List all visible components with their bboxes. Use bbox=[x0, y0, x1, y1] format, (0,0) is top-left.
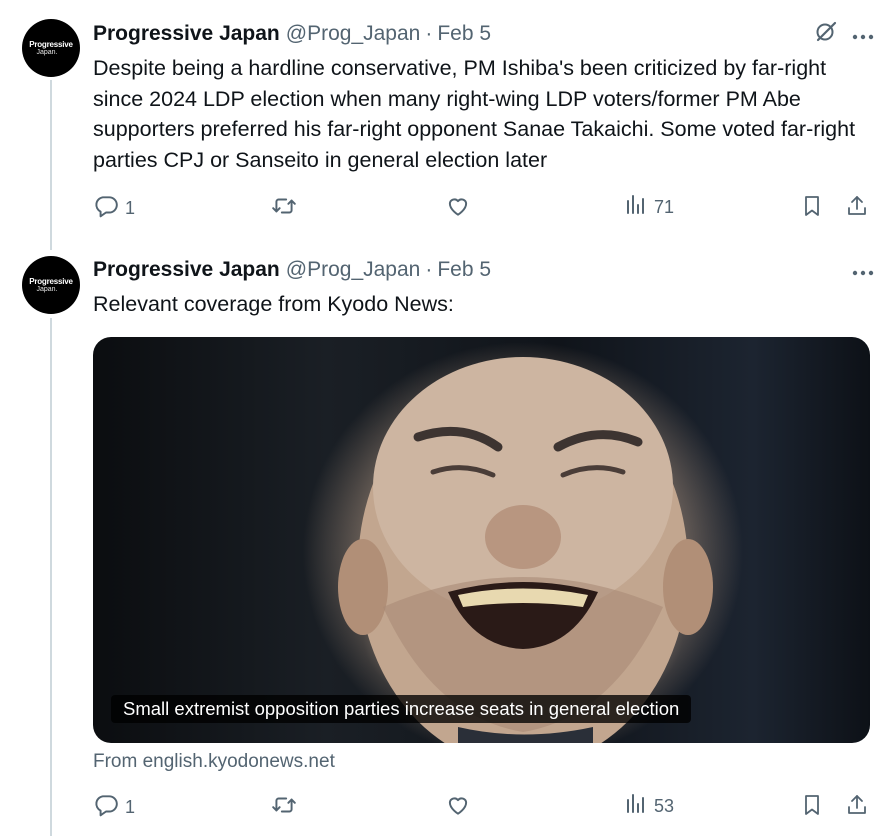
share-button[interactable] bbox=[845, 792, 869, 823]
reply-count: 1 bbox=[125, 198, 136, 218]
separator: · bbox=[425, 22, 433, 45]
card-source[interactable]: From english.kyodonews.net bbox=[93, 751, 335, 773]
tweet-date[interactable]: Feb 5 bbox=[437, 22, 491, 46]
retweet-button[interactable] bbox=[271, 193, 297, 224]
thread-connector bbox=[50, 318, 52, 836]
views-count: 71 bbox=[654, 197, 675, 217]
views-button[interactable]: 71 bbox=[624, 193, 674, 222]
tweet[interactable]: Progressive Japan @Prog_Japan · Feb 5 Re… bbox=[93, 255, 874, 320]
views-button[interactable]: 53 bbox=[624, 792, 674, 821]
reply-icon bbox=[93, 792, 119, 823]
display-name[interactable]: Progressive Japan bbox=[93, 22, 280, 46]
tweet-header: Progressive Japan @Prog_Japan · Feb 5 bbox=[93, 255, 874, 285]
tweet-text: Relevant coverage from Kyodo News: bbox=[93, 292, 454, 316]
bookmark-icon bbox=[800, 792, 824, 823]
tweet-date[interactable]: Feb 5 bbox=[437, 258, 491, 282]
grok-icon[interactable] bbox=[814, 19, 838, 49]
like-icon bbox=[445, 792, 471, 823]
thread-view: Progressive Japan. Progressive Japan @Pr… bbox=[0, 0, 892, 836]
card-title: Small extremist opposition parties incre… bbox=[111, 695, 692, 723]
tweet[interactable]: Progressive Japan @Prog_Japan · Feb 5 De… bbox=[93, 19, 874, 175]
reply-button[interactable]: 1 bbox=[93, 792, 135, 823]
views-count: 53 bbox=[654, 796, 675, 816]
user-handle[interactable]: @Prog_Japan bbox=[286, 258, 421, 282]
link-card[interactable]: Small extremist opposition parties incre… bbox=[93, 337, 870, 743]
thread-connector bbox=[50, 80, 52, 250]
like-button[interactable] bbox=[445, 193, 471, 224]
views-icon bbox=[624, 193, 648, 222]
reply-icon bbox=[93, 193, 119, 224]
share-icon bbox=[845, 193, 869, 224]
card-image bbox=[338, 357, 713, 743]
retweet-button[interactable] bbox=[271, 792, 297, 823]
more-icon[interactable] bbox=[852, 28, 874, 40]
avatar[interactable]: Progressive Japan. bbox=[22, 19, 80, 77]
bookmark-button[interactable] bbox=[800, 792, 824, 823]
user-handle[interactable]: @Prog_Japan bbox=[286, 22, 421, 46]
more-icon[interactable] bbox=[852, 264, 874, 276]
reply-count: 1 bbox=[125, 797, 136, 817]
bookmark-button[interactable] bbox=[800, 193, 824, 224]
like-icon bbox=[445, 193, 471, 224]
like-button[interactable] bbox=[445, 792, 471, 823]
retweet-icon bbox=[271, 193, 297, 224]
display-name[interactable]: Progressive Japan bbox=[93, 258, 280, 282]
share-button[interactable] bbox=[845, 193, 869, 224]
share-icon bbox=[845, 792, 869, 823]
reply-button[interactable]: 1 bbox=[93, 193, 135, 224]
avatar[interactable]: Progressive Japan. bbox=[22, 256, 80, 314]
bookmark-icon bbox=[800, 193, 824, 224]
tweet-text: Despite being a hardline conservative, P… bbox=[93, 56, 856, 172]
retweet-icon bbox=[271, 792, 297, 823]
separator: · bbox=[425, 258, 433, 281]
views-icon bbox=[624, 792, 648, 821]
tweet-header: Progressive Japan @Prog_Japan · Feb 5 bbox=[93, 19, 874, 49]
